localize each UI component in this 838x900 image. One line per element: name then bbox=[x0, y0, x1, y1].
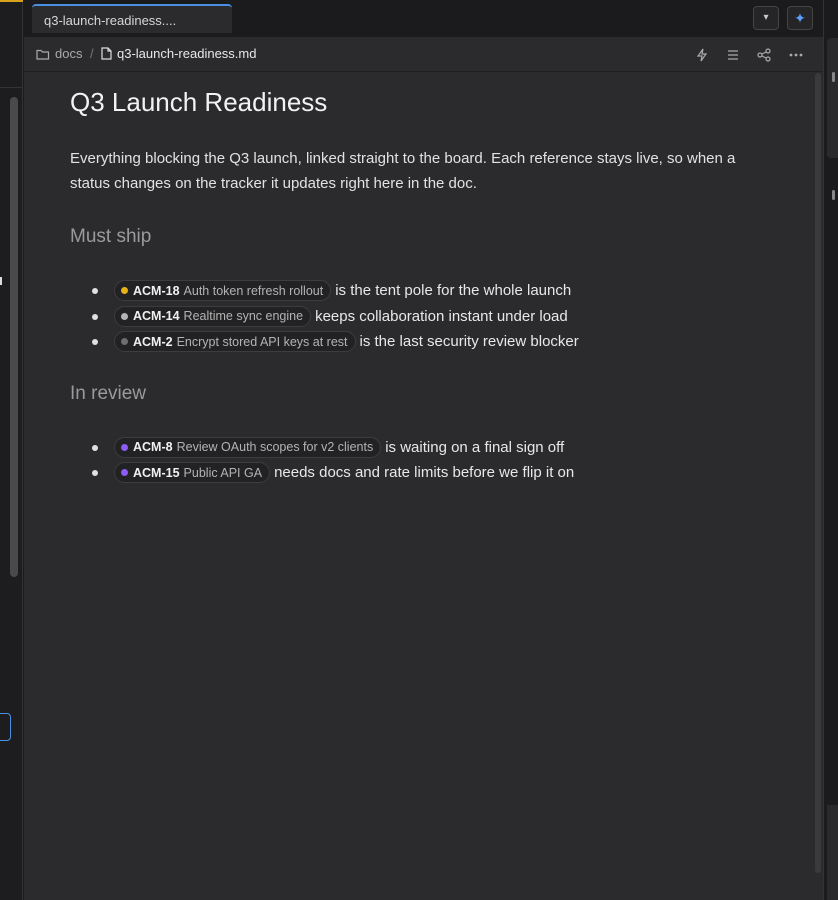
breadcrumb-separator: / bbox=[90, 46, 94, 61]
issue-title: Review OAuth scopes for v2 clients bbox=[176, 440, 374, 455]
lightning-button[interactable] bbox=[692, 45, 712, 65]
status-dot bbox=[121, 443, 128, 451]
issue-reference-pill[interactable]: ACM-15 Public API GA bbox=[114, 462, 271, 484]
item-text: is the tent pole for the whole launch bbox=[335, 282, 572, 300]
status-dot bbox=[121, 287, 128, 295]
must-ship-list: ACM-18 Auth token refresh rollout is the… bbox=[70, 278, 770, 355]
list-item: ACM-18 Auth token refresh rollout is the… bbox=[70, 278, 770, 304]
bullet bbox=[92, 470, 98, 476]
ai-assist-button[interactable]: ✦ bbox=[787, 6, 813, 30]
section-heading-in-review: In review bbox=[70, 382, 147, 404]
right-panel-block bbox=[827, 38, 838, 158]
tab-bar: q3-launch-readiness.... ▾ ✦ bbox=[24, 0, 823, 37]
bullet bbox=[92, 444, 98, 451]
status-dot bbox=[121, 338, 128, 346]
bullet bbox=[92, 339, 98, 345]
issue-key: ACM-8 bbox=[133, 440, 173, 455]
right-panel-edge bbox=[823, 0, 838, 900]
issue-key: ACM-2 bbox=[133, 334, 173, 349]
issue-key: ACM-18 bbox=[133, 283, 180, 298]
right-panel-block bbox=[827, 805, 838, 900]
tab-label: q3-launch-readiness.... bbox=[44, 13, 177, 28]
issue-reference-pill[interactable]: ACM-14 Realtime sync engine bbox=[114, 305, 312, 327]
tab-q3-launch-readiness[interactable]: q3-launch-readiness.... bbox=[32, 4, 232, 33]
issue-title: Encrypt stored API keys at rest bbox=[176, 334, 348, 349]
breadcrumb-file-label: q3-launch-readiness.md bbox=[117, 46, 257, 61]
status-dot bbox=[121, 312, 128, 320]
document-content: Q3 Launch Readiness Everything blocking … bbox=[70, 87, 770, 514]
more-button[interactable] bbox=[786, 45, 806, 65]
document-title: Q3 Launch Readiness bbox=[70, 87, 328, 117]
issue-reference-pill[interactable]: ACM-2 Encrypt stored API keys at rest bbox=[114, 331, 356, 353]
file-icon bbox=[101, 47, 112, 60]
right-marker bbox=[832, 72, 835, 82]
in-review-list: ACM-8 Review OAuth scopes for v2 clients… bbox=[70, 435, 770, 486]
list-item: ACM-14 Realtime sync engine keeps collab… bbox=[70, 304, 770, 330]
document-pane: docs / q3-launch-readiness.md Q3 Launch … bbox=[24, 37, 823, 900]
divider bbox=[0, 87, 23, 88]
left-focused-item[interactable] bbox=[0, 713, 11, 741]
list-item: ACM-15 Public API GA needs docs and rate… bbox=[70, 460, 770, 486]
outline-button[interactable] bbox=[723, 45, 743, 65]
left-panel-edge bbox=[0, 0, 23, 900]
issue-title: Auth token refresh rollout bbox=[183, 283, 324, 298]
folder-icon bbox=[36, 49, 50, 60]
intro-paragraph: Everything blocking the Q3 launch, linke… bbox=[70, 150, 736, 192]
list-icon bbox=[728, 50, 738, 60]
issue-key: ACM-14 bbox=[133, 309, 180, 324]
lightning-icon bbox=[696, 48, 708, 62]
item-text: keeps collaboration instant under load bbox=[315, 307, 568, 325]
sparkle-icon: ✦ bbox=[794, 10, 806, 26]
active-indicator bbox=[0, 0, 23, 2]
issue-title: Public API GA bbox=[183, 465, 263, 480]
left-scrollbar[interactable] bbox=[10, 97, 18, 577]
breadcrumb-folder[interactable]: docs bbox=[36, 46, 82, 61]
list-item: ACM-2 Encrypt stored API keys at rest is… bbox=[70, 329, 770, 355]
breadcrumb-folder-label: docs bbox=[55, 46, 83, 61]
right-marker bbox=[832, 190, 835, 200]
left-marker bbox=[0, 277, 2, 285]
share-icon bbox=[757, 48, 771, 62]
list-item: ACM-8 Review OAuth scopes for v2 clients… bbox=[70, 435, 770, 461]
issue-key: ACM-15 bbox=[133, 465, 180, 480]
chevron-down-icon: ▾ bbox=[763, 12, 769, 23]
breadcrumb: docs / q3-launch-readiness.md bbox=[24, 37, 823, 72]
breadcrumb-file[interactable]: q3-launch-readiness.md bbox=[101, 46, 256, 61]
more-icon bbox=[789, 53, 803, 57]
item-text: is waiting on a final sign off bbox=[385, 438, 565, 456]
document-scrollbar[interactable] bbox=[815, 73, 821, 873]
status-dot bbox=[121, 469, 128, 477]
share-button[interactable] bbox=[754, 45, 774, 65]
issue-reference-pill[interactable]: ACM-18 Auth token refresh rollout bbox=[114, 280, 332, 302]
bullet bbox=[92, 288, 98, 294]
bullet bbox=[92, 313, 98, 320]
item-text: is the last security review blocker bbox=[359, 333, 579, 351]
section-heading-must-ship: Must ship bbox=[70, 226, 152, 247]
issue-title: Realtime sync engine bbox=[183, 309, 304, 324]
item-text: needs docs and rate limits before we fli… bbox=[274, 464, 575, 482]
tab-menu-button[interactable]: ▾ bbox=[753, 6, 779, 30]
issue-reference-pill[interactable]: ACM-8 Review OAuth scopes for v2 clients bbox=[114, 436, 382, 458]
